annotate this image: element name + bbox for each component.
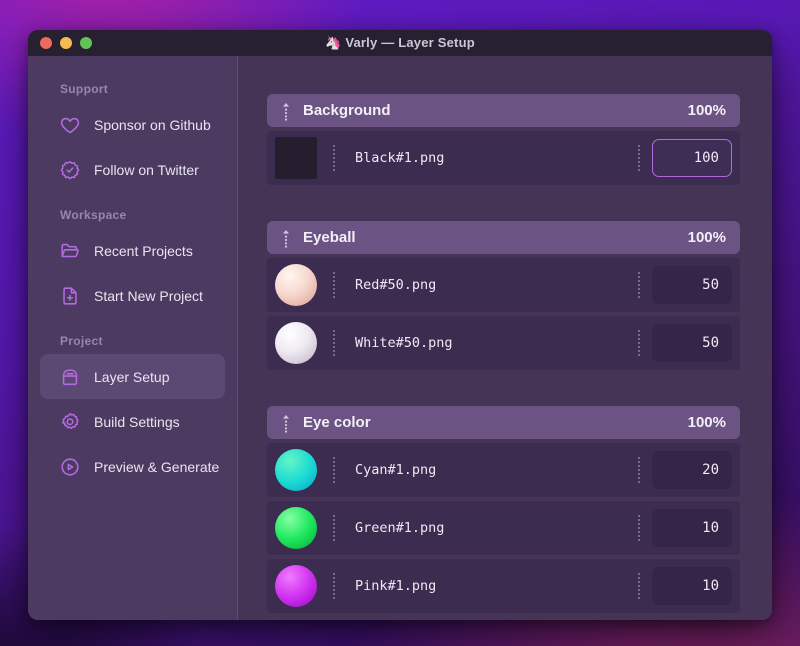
sidebar-item-label: Sponsor on Github xyxy=(94,116,211,133)
layer-file-name: Black#1.png xyxy=(355,150,445,166)
section-label-workspace: Workspace xyxy=(60,208,127,222)
sidebar-item-label: Build Settings xyxy=(94,413,180,430)
group-header[interactable]: Eyeball 100% xyxy=(267,221,740,254)
layer-weight-input[interactable] xyxy=(652,509,732,547)
group-header[interactable]: Background 100% xyxy=(267,94,740,127)
divider-dots xyxy=(333,573,335,599)
sidebar-item-recent-projects[interactable]: Recent Projects xyxy=(40,228,225,273)
layer-row: Green#1.png xyxy=(267,501,740,555)
divider-dots xyxy=(638,272,640,298)
layer-row: Black#1.png xyxy=(267,131,740,185)
sidebar-item-preview-generate[interactable]: Preview & Generate xyxy=(40,444,225,489)
divider-dots xyxy=(333,515,335,541)
divider-dots xyxy=(638,145,640,171)
layer-weight-input[interactable] xyxy=(652,451,732,489)
layer-group-eyeball: Eyeball 100% Red#50.png White#50.png xyxy=(267,221,740,370)
layer-weight-input[interactable] xyxy=(652,139,732,177)
group-header[interactable]: Eye color 100% xyxy=(267,406,740,439)
drag-handle-icon[interactable] xyxy=(279,413,293,433)
section-label-support: Support xyxy=(60,82,109,96)
layer-thumbnail xyxy=(275,264,317,306)
section-label-project: Project xyxy=(60,334,103,348)
play-circle-icon xyxy=(59,456,81,478)
group-weight: 100% xyxy=(687,102,726,119)
heart-icon xyxy=(59,114,81,136)
archive-box-icon xyxy=(59,366,81,388)
layer-weight-input[interactable] xyxy=(652,567,732,605)
sidebar-item-layer-setup[interactable]: Layer Setup xyxy=(40,354,225,399)
group-title: Eyeball xyxy=(303,229,356,246)
divider-dots xyxy=(333,457,335,483)
divider-dots xyxy=(638,457,640,483)
divider-dots xyxy=(638,573,640,599)
divider-dots xyxy=(638,330,640,356)
sidebar-item-follow-on-twitter[interactable]: Follow on Twitter xyxy=(40,147,225,192)
sidebar-item-label: Follow on Twitter xyxy=(94,161,199,178)
layer-thumbnail xyxy=(275,322,317,364)
divider-dots xyxy=(333,272,335,298)
gear-icon xyxy=(59,411,81,433)
sidebar-item-label: Recent Projects xyxy=(94,242,193,259)
layer-group-eye-color: Eye color 100% Cyan#1.png Green#1.png xyxy=(267,406,740,613)
sidebar-item-label: Preview & Generate xyxy=(94,458,220,475)
layer-file-name: Green#1.png xyxy=(355,520,445,536)
sidebar: Support Sponsor on Github Follow on Twit… xyxy=(28,56,238,620)
layer-thumbnail xyxy=(275,507,317,549)
folder-open-icon xyxy=(59,240,81,262)
layer-file-name: White#50.png xyxy=(355,335,453,351)
group-title: Background xyxy=(303,102,391,119)
drag-handle-icon[interactable] xyxy=(279,101,293,121)
group-title: Eye color xyxy=(303,414,371,431)
layer-file-name: Red#50.png xyxy=(355,277,437,293)
app-window: 🦄 Varly — Layer Setup Support Sponsor on… xyxy=(28,30,772,620)
group-weight: 100% xyxy=(687,229,726,246)
divider-dots xyxy=(333,145,335,171)
layer-thumbnail xyxy=(275,449,317,491)
layer-weight-input[interactable] xyxy=(652,266,732,304)
sidebar-item-start-new-project[interactable]: Start New Project xyxy=(40,273,225,318)
group-weight: 100% xyxy=(687,414,726,431)
layer-row: Cyan#1.png xyxy=(267,443,740,497)
document-plus-icon xyxy=(59,285,81,307)
sidebar-item-label: Layer Setup xyxy=(94,368,170,385)
layer-file-name: Cyan#1.png xyxy=(355,462,437,478)
sidebar-item-build-settings[interactable]: Build Settings xyxy=(40,399,225,444)
window-title: 🦄 Varly — Layer Setup xyxy=(325,35,475,50)
badge-check-icon xyxy=(59,159,81,181)
layer-file-name: Pink#1.png xyxy=(355,578,437,594)
drag-handle-icon[interactable] xyxy=(279,228,293,248)
layer-row: White#50.png xyxy=(267,316,740,370)
layer-group-background: Background 100% Black#1.png xyxy=(267,94,740,185)
divider-dots xyxy=(333,330,335,356)
layer-row: Pink#1.png xyxy=(267,559,740,613)
title-bar: 🦄 Varly — Layer Setup xyxy=(28,30,772,56)
sidebar-item-label: Start New Project xyxy=(94,287,203,304)
app-icon: 🦄 xyxy=(325,35,342,50)
layer-weight-input[interactable] xyxy=(652,324,732,362)
layer-row: Red#50.png xyxy=(267,258,740,312)
layer-thumbnail xyxy=(275,565,317,607)
layer-thumbnail xyxy=(275,137,317,179)
divider-dots xyxy=(638,515,640,541)
sidebar-item-sponsor-on-github[interactable]: Sponsor on Github xyxy=(40,102,225,147)
layer-setup-panel: Background 100% Black#1.png 100 Eyeball … xyxy=(238,56,772,620)
